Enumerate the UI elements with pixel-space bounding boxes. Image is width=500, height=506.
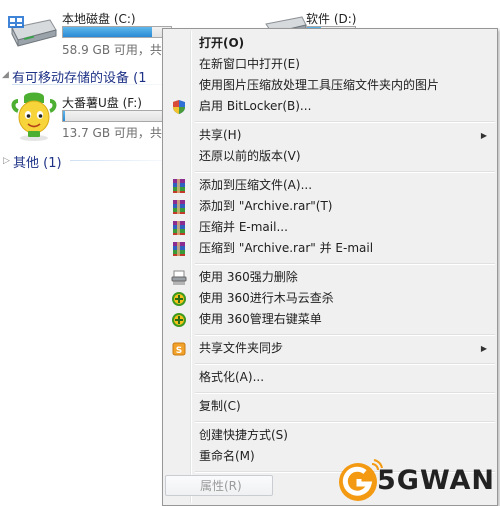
- menu-item-label: 使用 360管理右键菜单: [199, 312, 322, 326]
- menu-item-compress-images[interactable]: 使用图片压缩放处理工具压缩文件夹内的图片: [165, 75, 495, 96]
- 360-icon: [172, 313, 186, 327]
- menu-item-share[interactable]: 共享(H) ▶: [165, 125, 495, 146]
- menu-item-label: 创建快捷方式(S): [199, 428, 288, 442]
- menu-separator: [195, 121, 495, 123]
- menu-item-label: 重命名(M): [199, 449, 255, 463]
- chevron-right-icon[interactable]: ▷: [3, 156, 10, 166]
- drive-c-name[interactable]: 本地磁盘 (C:): [62, 10, 136, 27]
- menu-item-360-trojan-scan[interactable]: 使用 360进行木马云查杀: [165, 288, 495, 309]
- usb-drive-free-space: 13.7 GB 可用，共: [62, 126, 162, 140]
- menu-separator: [195, 421, 495, 423]
- menu-item-label: 共享(H): [199, 128, 242, 142]
- winrar-icon: [173, 221, 185, 235]
- menu-item-add-to-archive[interactable]: 添加到压缩文件(A)...: [165, 175, 495, 196]
- sync-folder-icon: S: [172, 342, 186, 356]
- hard-drive-icon[interactable]: [6, 14, 58, 48]
- menu-separator: [195, 392, 495, 394]
- menu-separator: [195, 334, 495, 336]
- 360-icon: [172, 292, 186, 306]
- menu-item-label: 还原以前的版本(V): [199, 149, 301, 163]
- menu-item-add-to-archive-rar[interactable]: 添加到 "Archive.rar"(T): [165, 196, 495, 217]
- menu-item-label: 压缩到 "Archive.rar" 并 E-mail: [199, 241, 374, 255]
- winrar-icon: [173, 242, 185, 256]
- menu-item-label: 使用 360强力删除: [199, 270, 298, 284]
- group-heading-other[interactable]: 其他 (1): [13, 152, 62, 171]
- menu-item-compress-rar-email[interactable]: 压缩到 "Archive.rar" 并 E-mail: [165, 238, 495, 259]
- shredder-icon: [171, 270, 187, 285]
- menu-item-label: 添加到 "Archive.rar"(T): [199, 199, 333, 213]
- menu-item-open-new-window[interactable]: 在新窗口中打开(E): [165, 54, 495, 75]
- menu-separator: [195, 363, 495, 365]
- menu-separator: [195, 263, 495, 265]
- watermark-text: 5GWAN: [377, 465, 496, 496]
- drive-d-name[interactable]: 软件 (D:): [306, 10, 356, 27]
- chevron-down-icon[interactable]: ◢: [2, 70, 9, 80]
- usb-drive-name[interactable]: 大番薯U盘 (F:): [62, 94, 142, 111]
- menu-item-label: 复制(C): [199, 399, 241, 413]
- menu-item-bitlocker[interactable]: 启用 BitLocker(B)...: [165, 96, 495, 117]
- group-divider: [12, 84, 162, 85]
- menu-item-open[interactable]: 打开(O): [165, 33, 495, 54]
- menu-item-label: 格式化(A)...: [199, 370, 265, 384]
- drive-c-usage-bar: [62, 26, 172, 38]
- menu-separator: [195, 171, 495, 173]
- submenu-arrow-icon: ▶: [480, 344, 487, 353]
- menu-item-label: 在新窗口中打开(E): [199, 57, 300, 71]
- submenu-arrow-icon: ▶: [480, 131, 487, 140]
- menu-item-label: 添加到压缩文件(A)...: [199, 178, 313, 192]
- menu-item-label: 打开(O): [199, 36, 245, 50]
- winrar-icon: [173, 200, 185, 214]
- shield-icon: [173, 100, 185, 114]
- menu-item-restore-versions[interactable]: 还原以前的版本(V): [165, 146, 495, 167]
- menu-item-copy[interactable]: 复制(C): [165, 396, 495, 417]
- menu-item-360-force-delete[interactable]: 使用 360强力删除: [165, 267, 495, 288]
- menu-item-create-shortcut[interactable]: 创建快捷方式(S): [165, 425, 495, 446]
- drive-c-usage-fill: [63, 27, 152, 37]
- menu-item-label: 启用 BitLocker(B)...: [199, 99, 312, 113]
- usb-mascot-icon[interactable]: [10, 89, 58, 143]
- group-divider: [70, 160, 162, 161]
- menu-item-label: 压缩并 E-mail...: [199, 220, 288, 234]
- menu-item-properties[interactable]: 属性(R): [165, 475, 273, 496]
- menu-item-360-manage-menu[interactable]: 使用 360管理右键菜单: [165, 309, 495, 330]
- menu-item-label: 使用图片压缩放处理工具压缩文件夹内的图片: [199, 78, 440, 92]
- drive-c-free-space: 58.9 GB 可用，共 8: [62, 43, 174, 57]
- usb-drive-usage-fill: [63, 111, 66, 121]
- menu-item-share-folder-sync[interactable]: S 共享文件夹同步 ▶: [165, 338, 495, 359]
- menu-item-format[interactable]: 格式化(A)...: [165, 367, 495, 388]
- usb-drive-usage-bar: [62, 110, 172, 122]
- menu-item-label: 使用 360进行木马云查杀: [199, 291, 334, 305]
- menu-item-compress-email[interactable]: 压缩并 E-mail...: [165, 217, 495, 238]
- context-menu: 打开(O) 在新窗口中打开(E) 使用图片压缩放处理工具压缩文件夹内的图片 启用…: [162, 28, 498, 506]
- menu-item-label: 共享文件夹同步: [199, 341, 284, 355]
- winrar-icon: [173, 179, 185, 193]
- svg-text:S: S: [176, 346, 182, 356]
- menu-item-label: 属性(R): [200, 479, 242, 493]
